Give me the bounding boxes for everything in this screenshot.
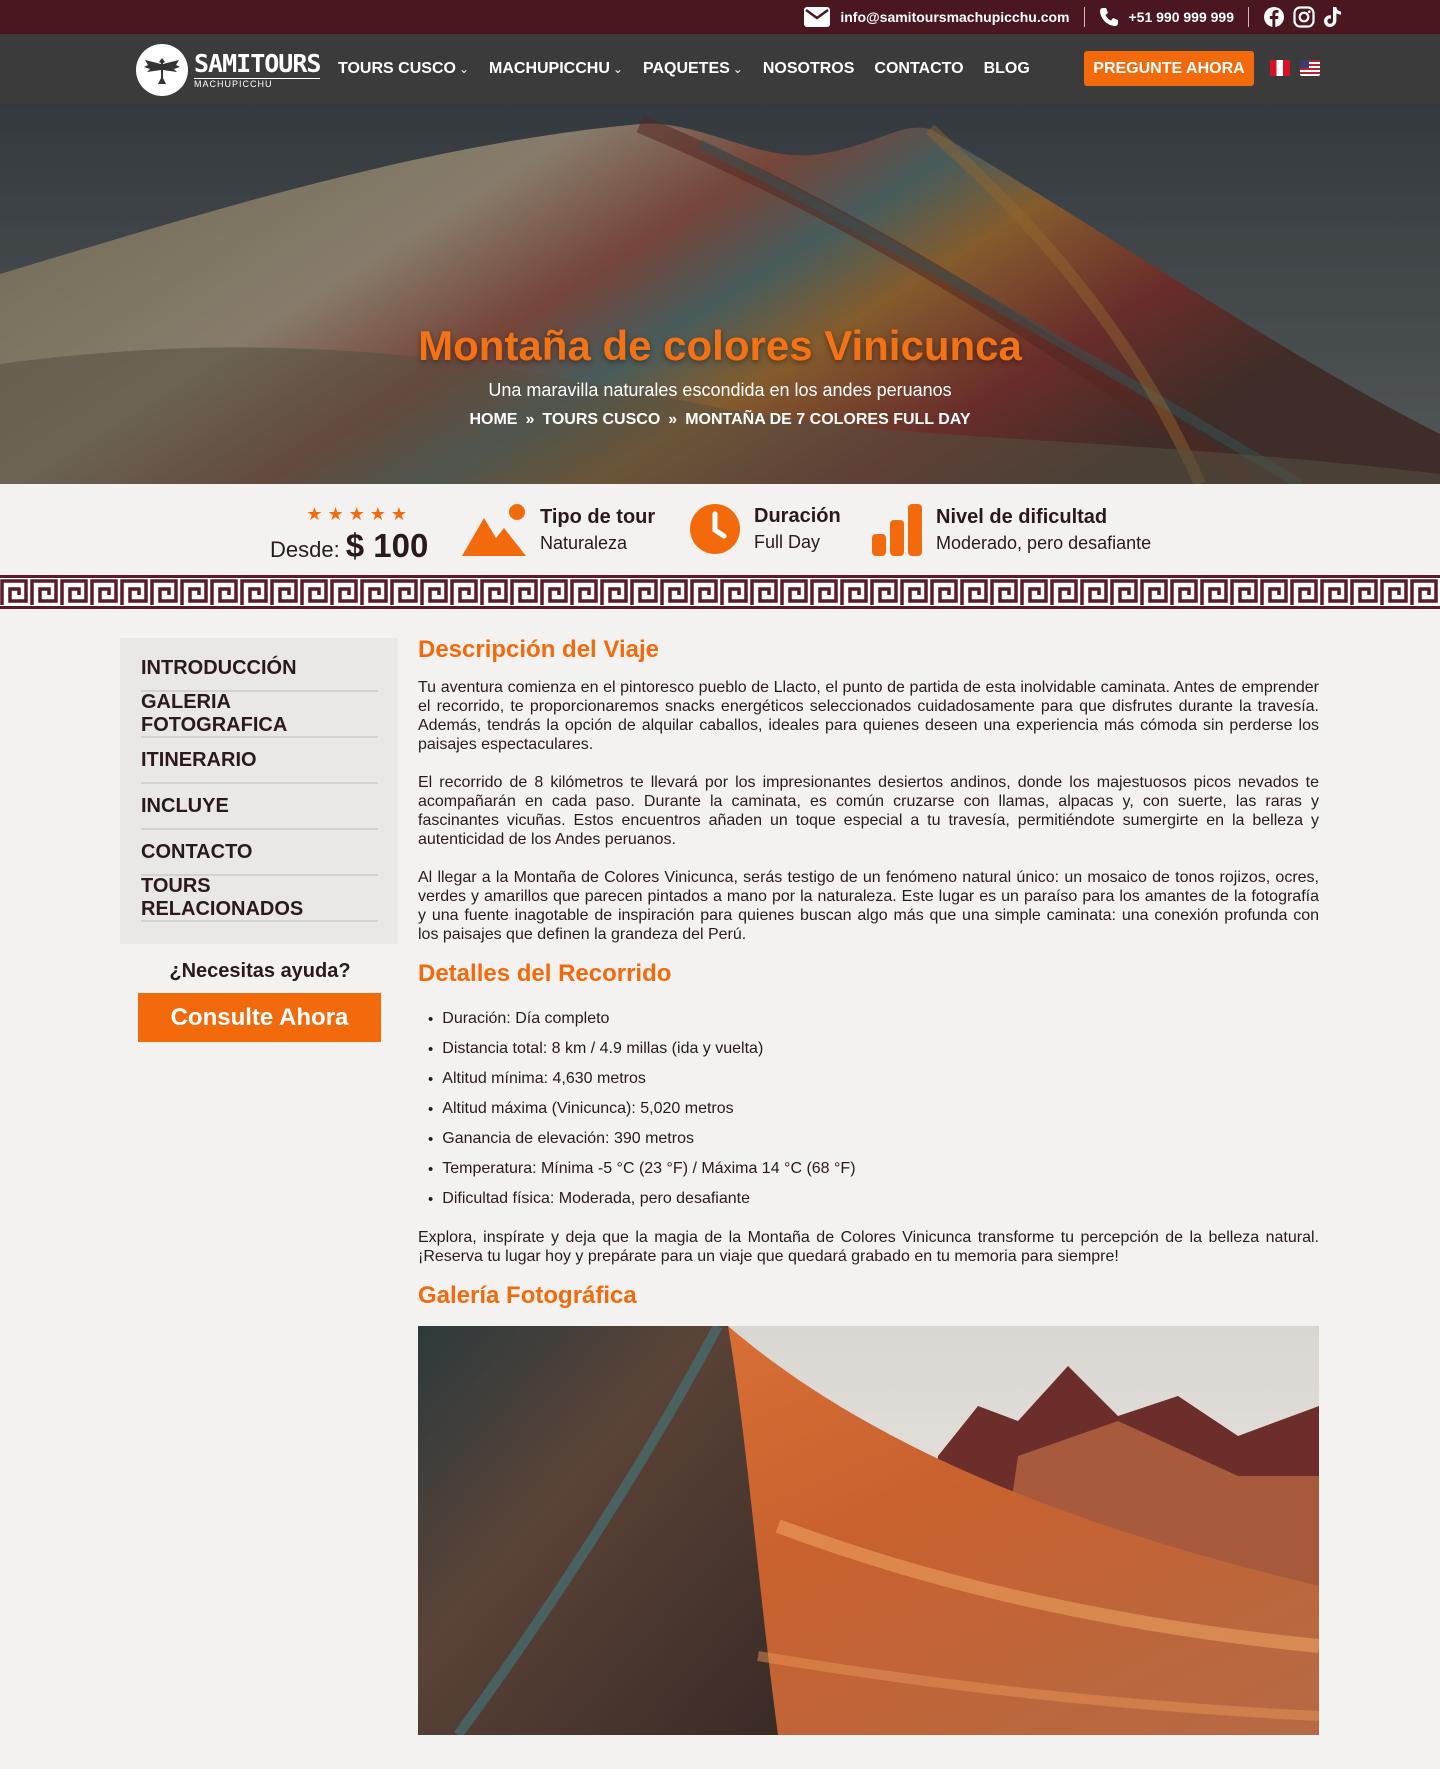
- main-content: Descripción del Viaje Tu aventura comien…: [418, 636, 1319, 1735]
- nav-contacto[interactable]: CONTACTO: [874, 60, 963, 78]
- instagram-icon[interactable]: [1293, 6, 1315, 28]
- menu-item-incluye[interactable]: INCLUYE: [141, 784, 378, 830]
- tour-info-strip: ★★★★★ Desde: $ 100 Tipo de tour Naturale…: [0, 484, 1440, 576]
- chevron-down-icon: ⌄: [458, 62, 469, 76]
- menu-item-galeria[interactable]: GALERIA FOTOGRAFICA: [141, 691, 378, 738]
- list-item: Distancia total: 8 km / 4.9 millas (ida …: [428, 1034, 1319, 1064]
- nav-links: TOURS CUSCO ⌄ MACHUPICCHU ⌄ PAQUETES ⌄ NOSO…: [338, 34, 1030, 104]
- list-item: Duración: Día completo: [428, 1004, 1319, 1034]
- page-subtitle: Una maravilla naturales escondida en los…: [488, 380, 952, 400]
- nav-paquetes[interactable]: PAQUETES ⌄: [643, 60, 743, 78]
- chevron-down-icon: ⌄: [732, 62, 743, 76]
- usa-flag-icon[interactable]: [1300, 60, 1320, 76]
- logo-subtitle: MACHUPICCHU: [194, 78, 321, 89]
- clock-icon: [690, 504, 740, 554]
- menu-item-contacto[interactable]: CONTACTO: [141, 830, 378, 876]
- breadcrumb: HOME » TOURS CUSCO » MONTAÑA DE 7 COLORE…: [0, 411, 1440, 429]
- facebook-icon[interactable]: [1263, 6, 1285, 28]
- divider: [1248, 7, 1249, 27]
- menu-item-tours-relacionados[interactable]: TOURS RELACIONADOS: [141, 875, 378, 922]
- difficulty-feature: Nivel de dificultad Moderado, pero desaf…: [872, 504, 1151, 556]
- details-list: Duración: Día completo Distancia total: …: [418, 1004, 1319, 1214]
- duration-title: Duración: [754, 505, 841, 527]
- nav-label: TOURS CUSCO: [338, 60, 456, 77]
- difficulty-title: Nivel de dificultad: [936, 506, 1108, 528]
- condor-logo-icon: [136, 44, 188, 96]
- tiktok-icon[interactable]: [1323, 6, 1343, 28]
- tour-type-title: Tipo de tour: [540, 506, 656, 528]
- hero-content: Montaña de colores Vinicunca Una maravil…: [0, 322, 1440, 429]
- tour-type-feature: Tipo de tour Naturaleza: [462, 504, 655, 556]
- nav-label: CONTACTO: [874, 60, 964, 77]
- social-links: [1263, 6, 1343, 28]
- section-menu: INTRODUCCIÓN GALERIA FOTOGRAFICA ITINERA…: [120, 638, 398, 944]
- nav-nosotros[interactable]: NOSOTROS: [763, 60, 855, 78]
- list-item: Temperatura: Mínima -5 °C (23 °F) / Máxi…: [428, 1154, 1319, 1184]
- gallery-photo[interactable]: [418, 1326, 1319, 1735]
- phone-text: +51 990 999 999: [1128, 9, 1235, 25]
- phone-link[interactable]: +51 990 999 999: [1099, 7, 1235, 27]
- price-value: $ 100: [345, 527, 429, 564]
- closing-paragraph: Explora, inspírate y deja que la magia d…: [418, 1229, 1319, 1265]
- consult-now-button[interactable]: Consulte Ahora: [138, 993, 381, 1042]
- description-paragraph: Al llegar a la Montaña de Colores Vinicu…: [418, 869, 1319, 943]
- tour-type-value: Naturaleza: [540, 533, 628, 553]
- nav-label: PAQUETES: [642, 60, 730, 77]
- top-bar: info@samitoursmachupicchu.com +51 990 99…: [0, 0, 1440, 34]
- duration-value: Full Day: [754, 532, 821, 552]
- email-text: info@samitoursmachupicchu.com: [840, 9, 1070, 25]
- list-item: Dificultad física: Moderada, pero desafi…: [428, 1184, 1319, 1214]
- language-switcher: [1270, 60, 1320, 76]
- breadcrumb-tours-cusco[interactable]: TOURS CUSCO: [542, 411, 660, 429]
- price-label: Desde:: [270, 537, 340, 562]
- description-paragraph: Tu aventura comienza en el pintoresco pu…: [418, 679, 1319, 753]
- divider: [1083, 7, 1085, 27]
- price-block: ★★★★★ Desde: $ 100: [270, 504, 428, 565]
- nav-label: NOSOTROS: [762, 60, 855, 77]
- chevron-down-icon: ⌄: [612, 62, 623, 76]
- breadcrumb-separator: »: [668, 411, 678, 428]
- help-title: ¿Necesitas ayuda?: [169, 960, 351, 982]
- list-item: Altitud máxima (Vinicunca): 5,020 metros: [428, 1094, 1319, 1124]
- vinicunca-photo: [418, 1326, 1319, 1735]
- logo-wordmark: SAMITOURS: [194, 49, 321, 78]
- duration-feature: Duración Full Day: [690, 504, 841, 554]
- rating-stars-icon: ★★★★★: [306, 504, 412, 524]
- hero-banner: Montaña de colores Vinicunca Una maravil…: [0, 104, 1440, 484]
- breadcrumb-home[interactable]: HOME: [469, 411, 517, 429]
- menu-item-itinerario[interactable]: ITINERARIO: [141, 738, 378, 784]
- nav-machupicchu[interactable]: MACHUPICCHU ⌄: [489, 60, 623, 78]
- breadcrumb-separator: »: [525, 411, 535, 428]
- difficulty-bars-icon: [872, 504, 922, 556]
- nav-label: MACHUPICCHU: [489, 60, 610, 77]
- ask-now-button[interactable]: PREGUNTE AHORA: [1084, 51, 1254, 86]
- main-nav: SAMITOURS MACHUPICCHU TOURS CUSCO ⌄ MACHU…: [0, 34, 1440, 104]
- nav-label: BLOG: [983, 60, 1030, 77]
- phone-icon: [1099, 8, 1118, 26]
- list-item: Ganancia de elevación: 390 metros: [428, 1124, 1319, 1154]
- nav-blog[interactable]: BLOG: [984, 60, 1030, 78]
- description-paragraph: El recorrido de 8 kilómetros te llevará …: [418, 774, 1319, 848]
- site-logo[interactable]: SAMITOURS MACHUPICCHU: [136, 44, 321, 96]
- list-item: Altitud mínima: 4,630 metros: [428, 1064, 1319, 1094]
- email-link[interactable]: info@samitoursmachupicchu.com: [804, 7, 1070, 27]
- peru-flag-icon[interactable]: [1270, 60, 1290, 76]
- breadcrumb-current: MONTAÑA DE 7 COLORES FULL DAY: [685, 411, 971, 428]
- nav-tours-cusco[interactable]: TOURS CUSCO ⌄: [338, 60, 469, 78]
- difficulty-value: Moderado, pero desafiante: [936, 533, 1152, 553]
- mountain-icon: [462, 504, 526, 556]
- description-heading: Descripción del Viaje: [418, 636, 659, 663]
- details-heading: Detalles del Recorrido: [418, 960, 672, 987]
- envelope-icon: [804, 7, 831, 27]
- help-box: ¿Necesitas ayuda? Consulte Ahora: [138, 960, 382, 1042]
- greek-key-divider: [0, 575, 1440, 609]
- menu-item-introduccion[interactable]: INTRODUCCIÓN: [141, 646, 378, 692]
- page-title: Montaña de colores Vinicunca: [418, 322, 1022, 369]
- gallery-heading: Galería Fotográfica: [418, 1282, 637, 1309]
